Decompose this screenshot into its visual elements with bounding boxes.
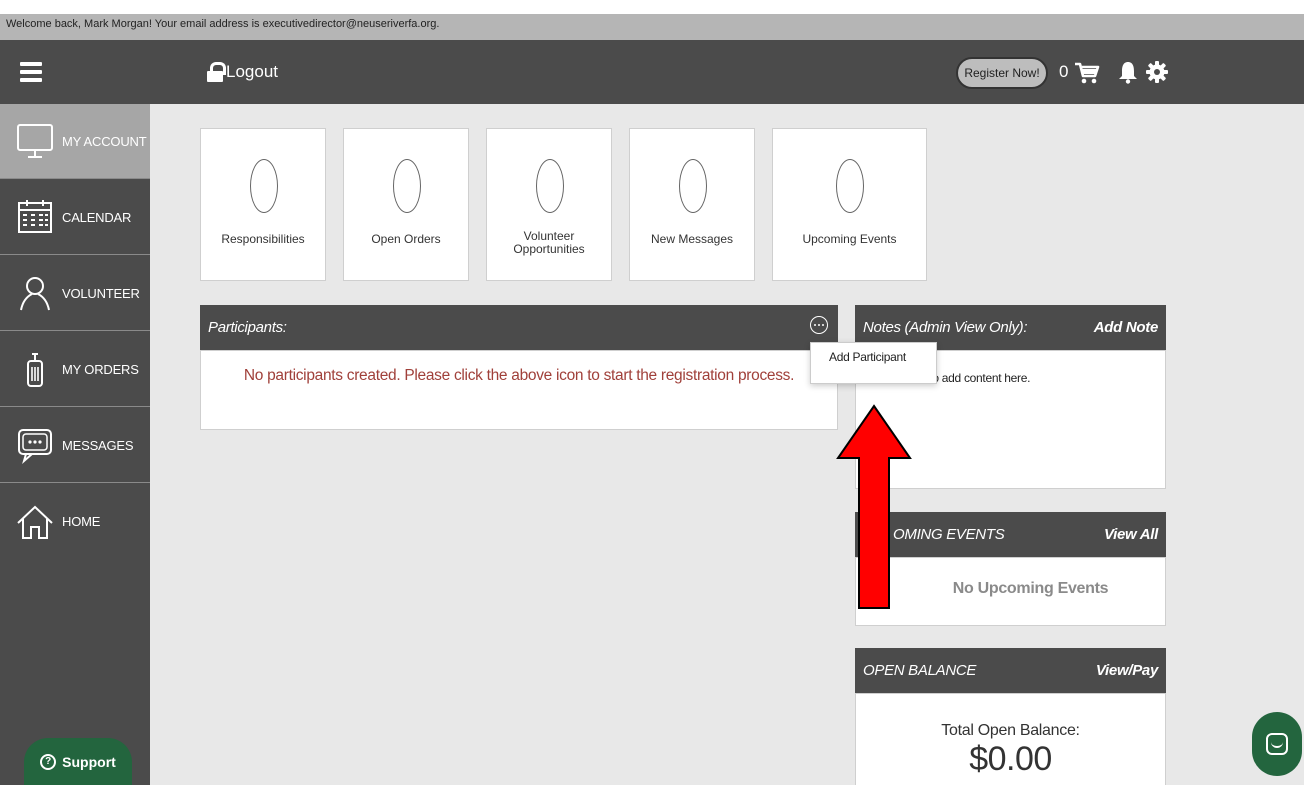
participant-dropdown-menu: Add Participant xyxy=(810,342,937,384)
gear-icon[interactable] xyxy=(1145,60,1169,84)
participants-header: Participants: xyxy=(200,305,838,350)
sidebar-item-label: MY ACCOUNT xyxy=(62,133,147,149)
participants-body: No participants created. Please click th… xyxy=(200,350,838,430)
cart-icon[interactable] xyxy=(1074,61,1100,85)
stat-card-upcoming-events[interactable]: 0 Upcoming Events xyxy=(772,128,927,281)
person-icon xyxy=(20,277,50,311)
stat-value-ring: 0 xyxy=(250,159,278,213)
stat-label: Upcoming Events xyxy=(802,232,897,246)
logout-label: Logout xyxy=(226,62,278,81)
sidebar-item-calendar[interactable]: CALENDAR xyxy=(0,180,150,255)
bell-icon[interactable] xyxy=(1118,60,1138,84)
add-participant-menu-item[interactable]: Add Participant xyxy=(829,350,906,364)
support-button[interactable]: ? Support xyxy=(24,738,132,785)
participants-title: Participants: xyxy=(208,319,287,336)
stat-card-open-orders[interactable]: 0 Open Orders xyxy=(343,128,469,281)
calendar-icon xyxy=(18,200,52,233)
stat-label: Open Orders xyxy=(371,232,441,246)
sidebar-item-home[interactable]: HOME xyxy=(0,484,150,559)
total-open-balance-amount: $0.00 xyxy=(969,740,1052,778)
sidebar-item-label: MESSAGES xyxy=(62,437,134,453)
help-icon: ? xyxy=(40,753,57,770)
receipt-icon xyxy=(27,353,43,387)
view-all-link[interactable]: View All xyxy=(1104,526,1158,543)
support-label: Support xyxy=(62,753,116,770)
sidebar-item-my-orders[interactable]: MY ORDERS xyxy=(0,332,150,407)
sidebar: MY ACCOUNT CALENDAR VOLUNTEER MY ORDERS xyxy=(0,104,150,785)
top-bar: Logout Register Now! 0 xyxy=(0,40,1304,104)
sidebar-item-label: HOME xyxy=(62,514,101,529)
stat-label: Responsibilities xyxy=(221,232,305,246)
chat-bubble-icon xyxy=(18,429,52,464)
view-pay-link[interactable]: View/Pay xyxy=(1096,662,1158,679)
chat-widget-button[interactable] xyxy=(1252,712,1302,776)
welcome-bar: Welcome back, Mark Morgan! Your email ad… xyxy=(0,14,1304,40)
stat-card-volunteer-opportunities[interactable]: 0 Volunteer Opportunities xyxy=(486,128,612,281)
sidebar-item-my-account[interactable]: MY ACCOUNT xyxy=(0,104,150,179)
stat-value-ring: 0 xyxy=(679,159,707,213)
stat-card-new-messages[interactable]: 0 New Messages xyxy=(629,128,755,281)
sidebar-item-messages[interactable]: MESSAGES xyxy=(0,408,150,483)
more-options-icon[interactable] xyxy=(810,316,828,334)
stat-value-ring: 0 xyxy=(536,159,564,213)
total-open-balance-label: Total Open Balance: xyxy=(941,722,1080,739)
monitor-icon xyxy=(17,124,53,158)
notes-title: Notes (Admin View Only): xyxy=(863,319,1028,336)
lock-icon xyxy=(207,62,226,82)
sidebar-item-label: MY ORDERS xyxy=(62,361,139,377)
logout-link[interactable]: Logout xyxy=(207,60,278,84)
main-content: 0 Responsibilities 0 Open Orders 0 Volun… xyxy=(150,104,1304,785)
stat-label: Volunteer Opportunities xyxy=(513,229,585,256)
sidebar-item-label: VOLUNTEER xyxy=(62,285,140,301)
open-balance-body: Total Open Balance: $0.00 xyxy=(855,693,1166,785)
open-balance-header: OPEN BALANCE View/Pay xyxy=(855,648,1166,693)
house-icon xyxy=(17,505,53,539)
sidebar-item-label: CALENDAR xyxy=(62,209,132,225)
stat-label: New Messages xyxy=(650,232,734,246)
stat-value-ring: 0 xyxy=(393,159,421,213)
stat-card-responsibilities[interactable]: 0 Responsibilities xyxy=(200,128,326,281)
open-balance-title: OPEN BALANCE xyxy=(863,662,977,679)
menu-icon[interactable] xyxy=(20,62,42,82)
chat-icon xyxy=(1266,733,1288,755)
participants-empty-message: No participants created. Please click th… xyxy=(243,367,795,384)
sidebar-item-volunteer[interactable]: VOLUNTEER xyxy=(0,256,150,331)
add-note-link[interactable]: Add Note xyxy=(1094,319,1159,336)
stat-value-ring: 0 xyxy=(836,159,864,213)
cart-count: 0 xyxy=(1059,62,1069,81)
register-now-button[interactable]: Register Now! xyxy=(956,57,1048,89)
red-arrow-annotation xyxy=(836,404,912,609)
